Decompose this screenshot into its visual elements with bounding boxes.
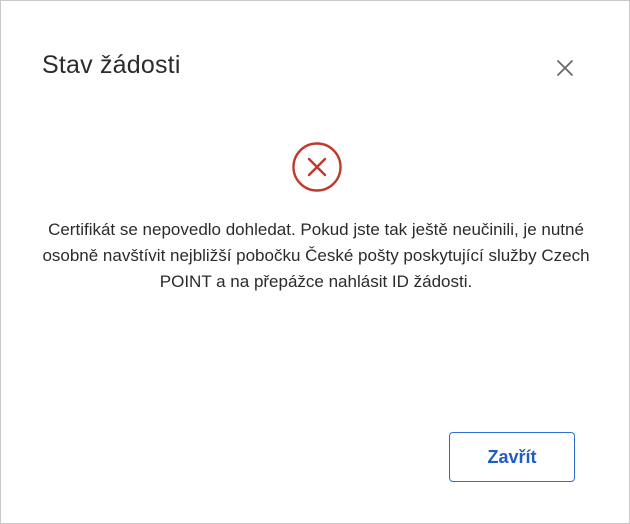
close-button[interactable]: Zavřít [449, 432, 575, 482]
dialog-title: Stav žádosti [42, 51, 181, 79]
close-icon[interactable] [553, 56, 577, 80]
dialog-message: Certifikát se nepovedlo dohledat. Pokud … [42, 220, 590, 291]
error-circle-x-icon [291, 141, 343, 193]
status-dialog: Stav žádosti Certifikát se nepovedlo doh… [0, 0, 630, 524]
